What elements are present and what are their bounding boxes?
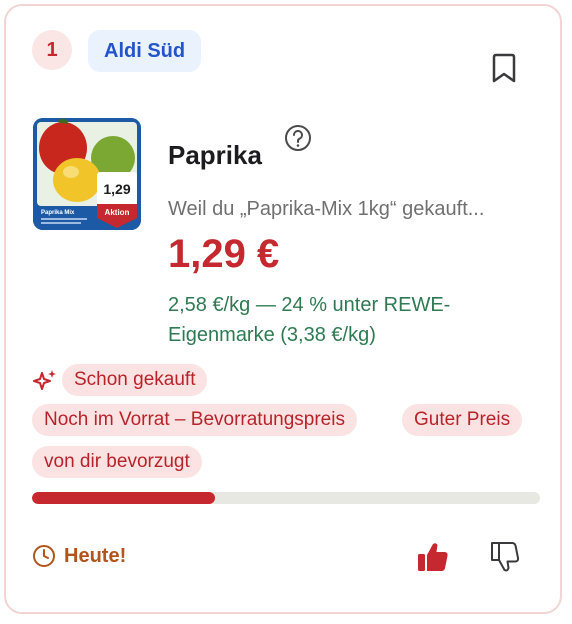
offer-card[interactable]: 1 Aldi Süd 1,29 Aktion Paprika Mix Papri… (4, 4, 562, 614)
store-badge: Aldi Süd (88, 30, 202, 72)
image-tag-label: Aktion (105, 208, 130, 217)
image-product-name: Paprika Mix (41, 210, 75, 216)
tag-chip: von dir bevorzugt (32, 446, 202, 478)
tag-chip: Schon gekauft (62, 364, 208, 396)
purchase-reason: Weil du „Paprika-Mix 1kg“ gekauft... (168, 198, 485, 220)
rank-badge: 1 (32, 30, 72, 70)
thumbs-down-icon[interactable] (488, 540, 522, 574)
thumbs-up-icon[interactable] (416, 540, 450, 574)
tag-chip: Guter Preis (402, 404, 523, 436)
tag-chip: Noch im Vorrat – Bevorratungspreis (32, 404, 357, 436)
help-icon[interactable] (284, 124, 312, 152)
rank-number: 1 (46, 38, 58, 61)
product-image[interactable]: 1,29 Aktion Paprika Mix (33, 118, 141, 230)
image-price-tag: 1,29 (103, 181, 130, 197)
sparkle-icon (33, 370, 56, 390)
bookmark-icon[interactable] (490, 52, 518, 84)
deadline-label: Heute! (64, 545, 127, 567)
clock-icon (33, 545, 55, 567)
product-title: Paprika (168, 140, 262, 170)
deadline-progress-fill (32, 492, 215, 504)
price: 1,29 € (168, 232, 280, 276)
price-comparison: 2,58 €/kg — 24 % unter REWE-Eigenmarke (… (168, 294, 451, 346)
store-name: Aldi Süd (104, 39, 186, 62)
deadline-progress-bar (32, 492, 540, 504)
product-image-art: 1,29 Aktion Paprika Mix (33, 118, 141, 230)
